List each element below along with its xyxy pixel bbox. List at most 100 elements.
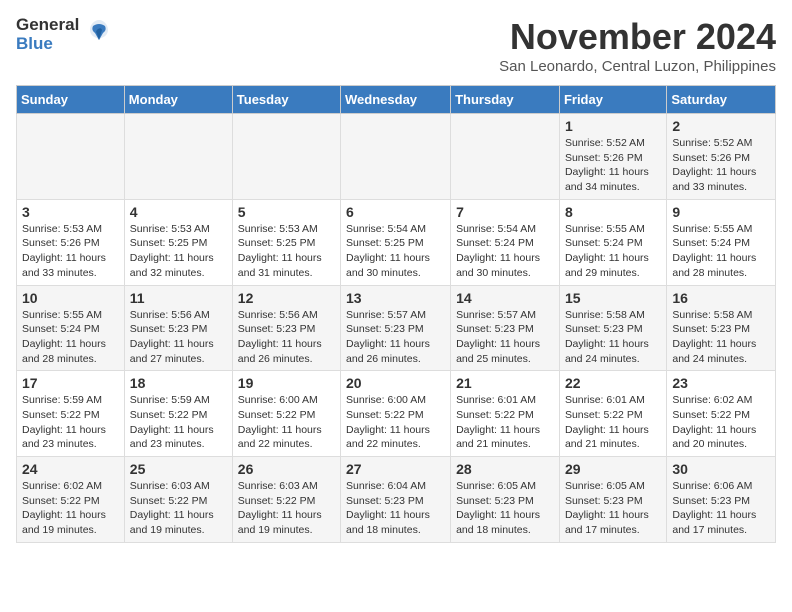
calendar-cell: 23 Sunrise: 6:02 AM Sunset: 5:22 PM Dayli… — [667, 371, 776, 457]
weekday-header-monday: Monday — [124, 86, 232, 114]
day-info: Sunrise: 5:53 AM Sunset: 5:26 PM Dayligh… — [22, 222, 119, 281]
day-info: Sunrise: 5:57 AM Sunset: 5:23 PM Dayligh… — [456, 308, 554, 367]
calendar-cell: 20 Sunrise: 6:00 AM Sunset: 5:22 PM Dayli… — [341, 371, 451, 457]
weekday-header-saturday: Saturday — [667, 86, 776, 114]
day-info: Sunrise: 5:56 AM Sunset: 5:23 PM Dayligh… — [238, 308, 335, 367]
day-number: 19 — [238, 375, 335, 391]
calendar-cell: 28 Sunrise: 6:05 AM Sunset: 5:23 PM Dayli… — [451, 457, 560, 543]
day-number: 26 — [238, 461, 335, 477]
title-section: November 2024 San Leonardo, Central Luzo… — [499, 16, 776, 75]
day-number: 18 — [130, 375, 227, 391]
logo-blue: Blue — [16, 35, 79, 54]
day-number: 4 — [130, 204, 227, 220]
calendar-cell: 8 Sunrise: 5:55 AM Sunset: 5:24 PM Daylig… — [559, 199, 666, 285]
day-info: Sunrise: 5:59 AM Sunset: 5:22 PM Dayligh… — [22, 393, 119, 452]
day-number: 21 — [456, 375, 554, 391]
day-number: 16 — [672, 290, 770, 306]
day-number: 8 — [565, 204, 661, 220]
calendar-cell: 18 Sunrise: 5:59 AM Sunset: 5:22 PM Dayli… — [124, 371, 232, 457]
day-info: Sunrise: 5:58 AM Sunset: 5:23 PM Dayligh… — [565, 308, 661, 367]
day-number: 14 — [456, 290, 554, 306]
weekday-header-friday: Friday — [559, 86, 666, 114]
day-info: Sunrise: 5:54 AM Sunset: 5:24 PM Dayligh… — [456, 222, 554, 281]
day-number: 10 — [22, 290, 119, 306]
header: General Blue November 2024 San Leonardo,… — [16, 16, 776, 75]
calendar-cell: 21 Sunrise: 6:01 AM Sunset: 5:22 PM Dayli… — [451, 371, 560, 457]
day-number: 24 — [22, 461, 119, 477]
day-number: 2 — [672, 118, 770, 134]
calendar-cell — [451, 114, 560, 200]
day-number: 7 — [456, 204, 554, 220]
calendar-cell: 13 Sunrise: 5:57 AM Sunset: 5:23 PM Dayli… — [341, 285, 451, 371]
calendar-cell: 3Sunrise: 5:53 AM Sunset: 5:26 PM Daylig… — [17, 199, 125, 285]
day-info: Sunrise: 6:00 AM Sunset: 5:22 PM Dayligh… — [346, 393, 445, 452]
calendar-cell: 12 Sunrise: 5:56 AM Sunset: 5:23 PM Dayli… — [232, 285, 340, 371]
calendar-cell — [124, 114, 232, 200]
day-number: 27 — [346, 461, 445, 477]
calendar-cell: 14 Sunrise: 5:57 AM Sunset: 5:23 PM Dayli… — [451, 285, 560, 371]
week-row-2: 3Sunrise: 5:53 AM Sunset: 5:26 PM Daylig… — [17, 199, 776, 285]
day-info: Sunrise: 5:58 AM Sunset: 5:23 PM Dayligh… — [672, 308, 770, 367]
calendar-cell: 7 Sunrise: 5:54 AM Sunset: 5:24 PM Daylig… — [451, 199, 560, 285]
day-info: Sunrise: 5:57 AM Sunset: 5:23 PM Dayligh… — [346, 308, 445, 367]
day-number: 12 — [238, 290, 335, 306]
day-info: Sunrise: 6:01 AM Sunset: 5:22 PM Dayligh… — [565, 393, 661, 452]
calendar-cell: 24 Sunrise: 6:02 AM Sunset: 5:22 PM Dayli… — [17, 457, 125, 543]
day-info: Sunrise: 5:53 AM Sunset: 5:25 PM Dayligh… — [238, 222, 335, 281]
day-info: Sunrise: 6:02 AM Sunset: 5:22 PM Dayligh… — [672, 393, 770, 452]
calendar-cell: 29 Sunrise: 6:05 AM Sunset: 5:23 PM Dayli… — [559, 457, 666, 543]
day-number: 23 — [672, 375, 770, 391]
calendar-cell: 11Sunrise: 5:56 AM Sunset: 5:23 PM Dayli… — [124, 285, 232, 371]
day-number: 30 — [672, 461, 770, 477]
day-number: 6 — [346, 204, 445, 220]
week-row-5: 24 Sunrise: 6:02 AM Sunset: 5:22 PM Dayli… — [17, 457, 776, 543]
week-row-1: 1 Sunrise: 5:52 AM Sunset: 5:26 PM Daylig… — [17, 114, 776, 200]
day-info: Sunrise: 6:01 AM Sunset: 5:22 PM Dayligh… — [456, 393, 554, 452]
day-number: 29 — [565, 461, 661, 477]
weekday-header-thursday: Thursday — [451, 86, 560, 114]
day-info: Sunrise: 6:03 AM Sunset: 5:22 PM Dayligh… — [238, 479, 335, 538]
day-info: Sunrise: 5:56 AM Sunset: 5:23 PM Dayligh… — [130, 308, 227, 367]
week-row-3: 10 Sunrise: 5:55 AM Sunset: 5:24 PM Dayli… — [17, 285, 776, 371]
day-info: Sunrise: 6:03 AM Sunset: 5:22 PM Dayligh… — [130, 479, 227, 538]
day-number: 22 — [565, 375, 661, 391]
calendar-cell — [341, 114, 451, 200]
day-info: Sunrise: 5:52 AM Sunset: 5:26 PM Dayligh… — [565, 136, 661, 195]
day-number: 13 — [346, 290, 445, 306]
day-number: 28 — [456, 461, 554, 477]
day-number: 9 — [672, 204, 770, 220]
day-number: 5 — [238, 204, 335, 220]
logo: General Blue — [16, 16, 113, 53]
calendar-cell: 10 Sunrise: 5:55 AM Sunset: 5:24 PM Dayli… — [17, 285, 125, 371]
location-subtitle: San Leonardo, Central Luzon, Philippines — [499, 58, 776, 75]
weekday-header-tuesday: Tuesday — [232, 86, 340, 114]
day-info: Sunrise: 5:59 AM Sunset: 5:22 PM Dayligh… — [130, 393, 227, 452]
weekday-header-row: SundayMondayTuesdayWednesdayThursdayFrid… — [17, 86, 776, 114]
calendar-cell: 2 Sunrise: 5:52 AM Sunset: 5:26 PM Daylig… — [667, 114, 776, 200]
logo-general: General — [16, 16, 79, 35]
calendar-cell: 9Sunrise: 5:55 AM Sunset: 5:24 PM Daylig… — [667, 199, 776, 285]
calendar-cell: 6Sunrise: 5:54 AM Sunset: 5:25 PM Daylig… — [341, 199, 451, 285]
day-info: Sunrise: 5:55 AM Sunset: 5:24 PM Dayligh… — [22, 308, 119, 367]
calendar-table: SundayMondayTuesdayWednesdayThursdayFrid… — [16, 85, 776, 543]
day-info: Sunrise: 6:02 AM Sunset: 5:22 PM Dayligh… — [22, 479, 119, 538]
day-info: Sunrise: 5:55 AM Sunset: 5:24 PM Dayligh… — [565, 222, 661, 281]
day-info: Sunrise: 6:05 AM Sunset: 5:23 PM Dayligh… — [565, 479, 661, 538]
day-number: 17 — [22, 375, 119, 391]
day-info: Sunrise: 5:52 AM Sunset: 5:26 PM Dayligh… — [672, 136, 770, 195]
calendar-cell: 16 Sunrise: 5:58 AM Sunset: 5:23 PM Dayli… — [667, 285, 776, 371]
day-info: Sunrise: 6:05 AM Sunset: 5:23 PM Dayligh… — [456, 479, 554, 538]
month-title: November 2024 — [499, 16, 776, 58]
calendar-cell: 27Sunrise: 6:04 AM Sunset: 5:23 PM Dayli… — [341, 457, 451, 543]
weekday-header-sunday: Sunday — [17, 86, 125, 114]
calendar-cell: 4Sunrise: 5:53 AM Sunset: 5:25 PM Daylig… — [124, 199, 232, 285]
weekday-header-wednesday: Wednesday — [341, 86, 451, 114]
calendar-cell: 19Sunrise: 6:00 AM Sunset: 5:22 PM Dayli… — [232, 371, 340, 457]
day-number: 1 — [565, 118, 661, 134]
day-number: 15 — [565, 290, 661, 306]
day-number: 20 — [346, 375, 445, 391]
week-row-4: 17 Sunrise: 5:59 AM Sunset: 5:22 PM Dayli… — [17, 371, 776, 457]
calendar-cell: 30Sunrise: 6:06 AM Sunset: 5:23 PM Dayli… — [667, 457, 776, 543]
calendar-cell: 15 Sunrise: 5:58 AM Sunset: 5:23 PM Dayli… — [559, 285, 666, 371]
calendar-cell: 22 Sunrise: 6:01 AM Sunset: 5:22 PM Dayli… — [559, 371, 666, 457]
